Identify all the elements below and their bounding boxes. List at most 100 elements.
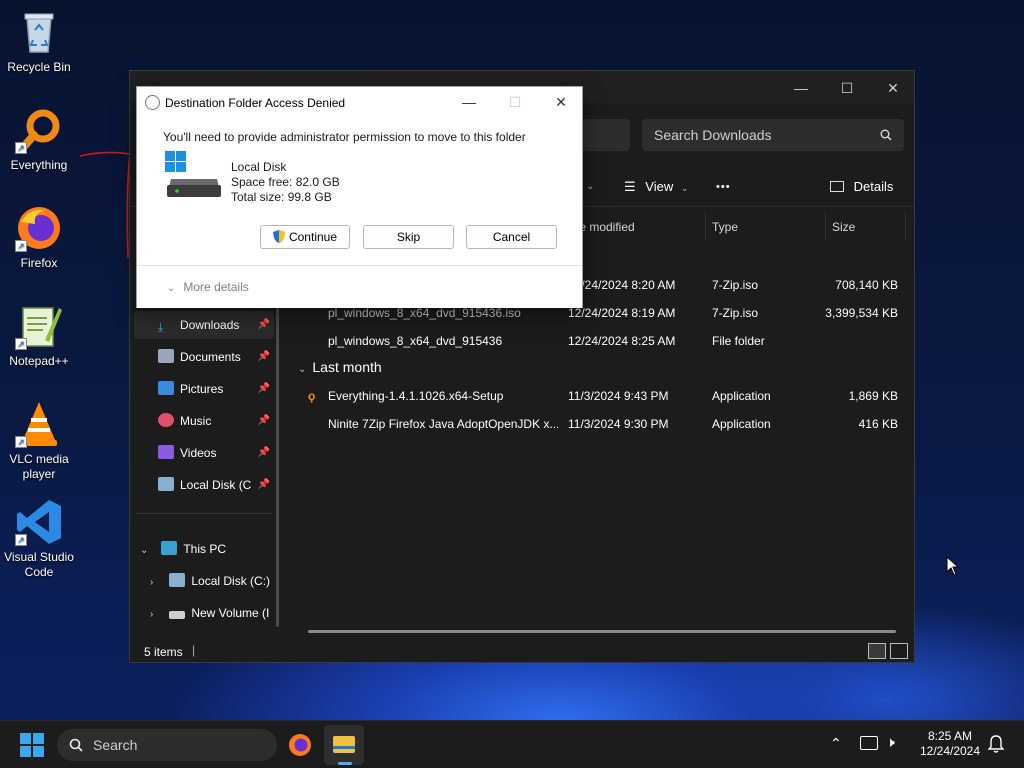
skip-button[interactable]: Skip bbox=[363, 225, 454, 249]
desktop-icon-vlc[interactable]: ↗ VLC media player bbox=[0, 400, 78, 482]
nav-item-downloads[interactable]: ⤓ Downloads 📌 bbox=[134, 311, 274, 339]
taskbar-firefox-button[interactable] bbox=[288, 733, 312, 760]
more-options-button[interactable]: ••• bbox=[716, 175, 731, 199]
taskbar-search-box[interactable]: Search bbox=[57, 729, 277, 761]
chevron-right-icon: › bbox=[150, 609, 154, 620]
show-hidden-icons-chevron[interactable]: ⌃ bbox=[830, 735, 842, 752]
address-path-box[interactable] bbox=[582, 119, 630, 151]
desktop-icon-firefox[interactable]: ↗ Firefox bbox=[0, 204, 78, 271]
taskbar-file-explorer-button[interactable] bbox=[324, 725, 364, 765]
file-row[interactable]: pl_windows_8_x64_dvd_915436 12/24/2024 8… bbox=[298, 327, 908, 355]
annotation-stroke bbox=[79, 151, 131, 259]
details-pane-button[interactable]: Details bbox=[830, 175, 893, 199]
pin-icon: 📌 bbox=[257, 351, 270, 362]
status-separator: | bbox=[192, 643, 196, 657]
dialog-close-button[interactable]: ✕ bbox=[541, 91, 581, 113]
file-date: 11/3/2024 9:30 PM bbox=[568, 417, 669, 431]
desktop-icon-label: Recycle Bin bbox=[7, 60, 71, 74]
desktop-icon-label: Everything bbox=[10, 158, 68, 172]
dialog-minimize-button[interactable]: — bbox=[449, 91, 489, 113]
close-window-button[interactable]: ✕ bbox=[870, 75, 916, 101]
chevron-down-icon: ⌄ bbox=[680, 183, 689, 193]
dialog-footer: ⌄ More details bbox=[137, 265, 582, 308]
more-details-toggle[interactable]: ⌄ More details bbox=[167, 280, 249, 294]
nav-item-videos[interactable]: Videos 📌 bbox=[158, 439, 274, 467]
desktop-icon-label: Visual Studio Code bbox=[4, 550, 74, 579]
file-row[interactable]: Ninite 7Zip Firefox Java AdoptOpenJDK x.… bbox=[298, 410, 908, 438]
nav-label: Local Disk (C bbox=[180, 478, 252, 492]
sort-chevron-icon[interactable]: ⌄ bbox=[586, 175, 594, 199]
dialog-title: Destination Folder Access Denied bbox=[165, 96, 346, 110]
item-count: 5 items bbox=[144, 645, 183, 659]
vlc-icon: ↗ bbox=[15, 400, 63, 448]
mouse-cursor-icon bbox=[946, 556, 960, 576]
desktop-icon-vscode[interactable]: ↗ Visual Studio Code bbox=[0, 498, 78, 580]
nav-divider bbox=[136, 513, 272, 514]
details-view-toggle-icon[interactable] bbox=[868, 643, 886, 659]
chevron-down-icon: ⌄ bbox=[298, 364, 307, 375]
network-icon[interactable] bbox=[860, 736, 878, 750]
desktop-icon-everything[interactable]: ↗ Everything bbox=[0, 106, 78, 173]
shortcut-arrow-icon: ↗ bbox=[15, 240, 27, 252]
nav-label: Videos bbox=[180, 446, 217, 460]
column-header-date-modified[interactable]: te modified bbox=[570, 213, 706, 241]
nav-item-local-disk-pinned[interactable]: Local Disk (C 📌 bbox=[158, 471, 274, 499]
everything-app-icon: ↗ bbox=[15, 106, 63, 154]
column-header-type[interactable]: Type bbox=[706, 213, 826, 241]
file-type: Application bbox=[712, 389, 771, 403]
dialog-message: You'll need to provide administrator per… bbox=[163, 130, 526, 144]
continue-button[interactable]: Continue bbox=[260, 225, 350, 249]
disk-total-size: Total size: 99.8 GB bbox=[231, 190, 332, 204]
nav-item-documents[interactable]: Documents 📌 bbox=[158, 343, 274, 371]
nav-item-music[interactable]: Music 📌 bbox=[158, 407, 274, 435]
file-name: Ninite 7Zip Firefox Java AdoptOpenJDK x.… bbox=[328, 417, 558, 431]
file-size: 1,869 KB bbox=[848, 389, 898, 403]
pictures-icon bbox=[158, 381, 174, 395]
this-pc-icon bbox=[161, 541, 178, 555]
nav-item-new-volume[interactable]: › New Volume (I bbox=[150, 599, 274, 627]
nav-label: Local Disk (C:) bbox=[191, 574, 271, 588]
group-header-last-month[interactable]: ⌄ Last month bbox=[298, 359, 382, 375]
file-row[interactable]: ϙ Everything-1.4.1.1026.x64-Setup 11/3/2… bbox=[298, 382, 908, 410]
more-details-label: More details bbox=[183, 280, 249, 294]
pin-icon: 📌 bbox=[257, 479, 270, 490]
cancel-button[interactable]: Cancel bbox=[466, 225, 557, 249]
view-button[interactable]: ☰ View ⌄ bbox=[624, 175, 688, 199]
chevron-right-icon: › bbox=[150, 577, 154, 588]
file-date: 12/24/2024 8:25 AM bbox=[568, 334, 676, 348]
search-downloads-input[interactable]: Search Downloads bbox=[642, 119, 904, 151]
desktop-icon-label: VLC media player bbox=[9, 452, 69, 481]
volume-muted-icon[interactable]: 🕨 bbox=[886, 734, 895, 751]
disk-name: Local Disk bbox=[231, 160, 287, 174]
pin-icon: 📌 bbox=[257, 447, 270, 458]
file-size: 708,140 KB bbox=[835, 278, 898, 292]
videos-icon bbox=[158, 445, 174, 459]
nav-item-this-pc[interactable]: ⌄ This PC bbox=[140, 535, 274, 563]
nav-item-local-disk-c[interactable]: › Local Disk (C:) bbox=[150, 567, 274, 595]
folder-icon bbox=[333, 736, 355, 753]
group-label: Last month bbox=[312, 359, 382, 375]
file-date: 11/3/2024 9:43 PM bbox=[568, 389, 669, 403]
search-icon bbox=[880, 119, 892, 151]
uac-shield-icon bbox=[272, 228, 285, 243]
horizontal-scrollbar[interactable] bbox=[308, 630, 896, 633]
nav-item-pictures[interactable]: Pictures 📌 bbox=[158, 375, 274, 403]
minimize-button[interactable]: — bbox=[778, 75, 824, 101]
clock[interactable]: 8:25 AM 12/24/2024 bbox=[918, 729, 982, 759]
desktop-icon-notepadpp[interactable]: ↗ Notepad++ bbox=[0, 302, 78, 369]
notifications-bell-icon[interactable] bbox=[987, 735, 1005, 756]
search-placeholder: Search Downloads bbox=[654, 127, 772, 143]
file-type: 7-Zip.iso bbox=[712, 306, 759, 320]
chevron-down-icon: ⌄ bbox=[167, 283, 176, 294]
continue-label: Continue bbox=[288, 230, 338, 244]
file-type: 7-Zip.iso bbox=[712, 278, 759, 292]
column-header-size[interactable]: Size bbox=[826, 213, 906, 241]
drive-icon bbox=[169, 611, 186, 619]
drive-icon bbox=[158, 477, 174, 491]
maximize-button[interactable]: ☐ bbox=[824, 75, 870, 101]
tiles-view-toggle-icon[interactable] bbox=[890, 643, 908, 659]
dialog-maximize-button: ☐ bbox=[508, 94, 522, 110]
file-date: 12/24/2024 8:20 AM bbox=[568, 278, 676, 292]
start-button[interactable] bbox=[20, 733, 44, 760]
desktop-icon-recycle-bin[interactable]: Recycle Bin bbox=[0, 8, 78, 75]
